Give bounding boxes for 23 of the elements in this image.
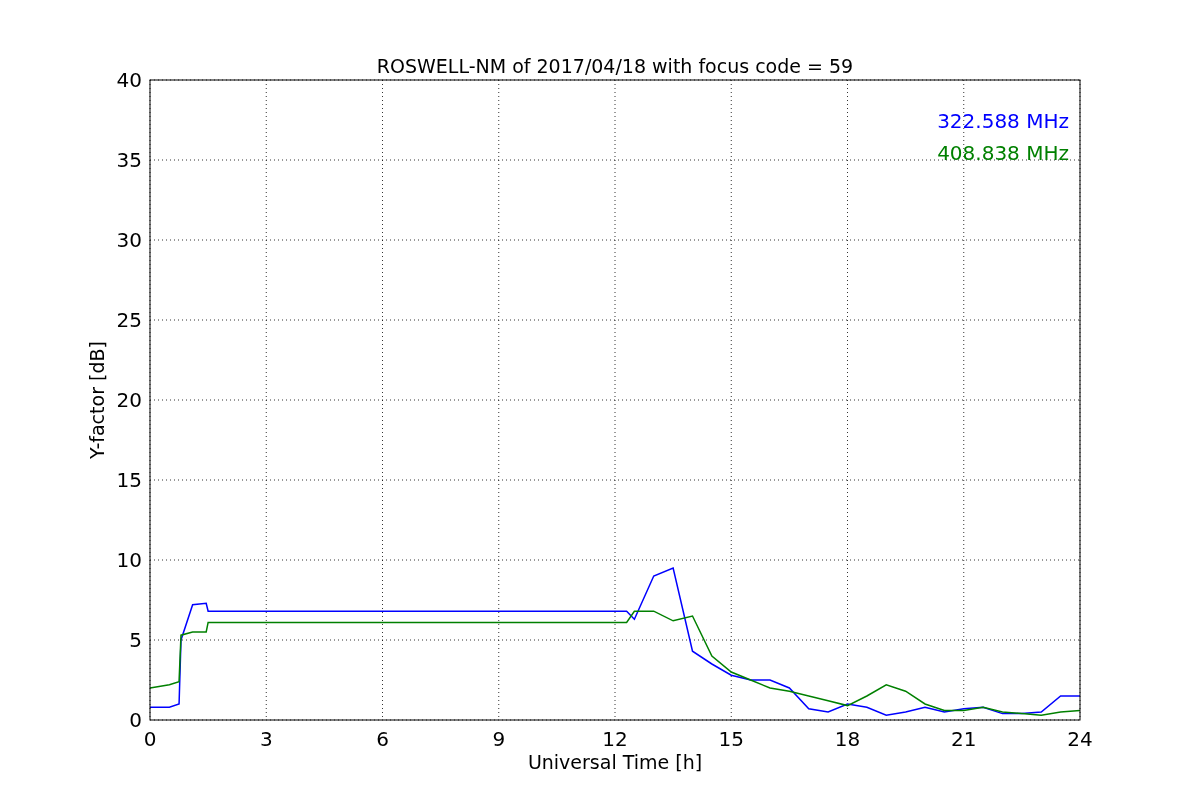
tick-label: 20 [116, 388, 142, 412]
tick-label: 25 [116, 308, 142, 332]
tick-label: 9 [492, 727, 506, 751]
tick-label: 0 [129, 708, 142, 732]
chart-title: ROSWELL-NM of 2017/04/18 with focus code = 59 [376, 55, 854, 77]
tick-label: 6 [376, 727, 389, 751]
tick-label: 10 [116, 548, 142, 572]
tick-label: 30 [116, 228, 142, 252]
legend-label: 322.588 MHz [937, 109, 1069, 133]
tick-label: 0 [143, 727, 157, 751]
tick-label: 21 [951, 727, 977, 751]
tick-label: 35 [116, 148, 142, 172]
tick-label: 18 [834, 727, 861, 751]
axis-title: Universal Time [h] [527, 751, 703, 773]
tick-label: 24 [1067, 727, 1093, 751]
tick-label: 15 [718, 727, 744, 751]
axis-title: Y-factor [dB] [86, 341, 108, 459]
tick-label: 12 [602, 727, 628, 751]
legend-label: 408.838 MHz [937, 141, 1069, 165]
tick-label: 40 [116, 68, 142, 92]
tick-label: 3 [259, 727, 273, 751]
tick-label: 5 [129, 628, 142, 652]
tick-label: 15 [116, 468, 142, 492]
